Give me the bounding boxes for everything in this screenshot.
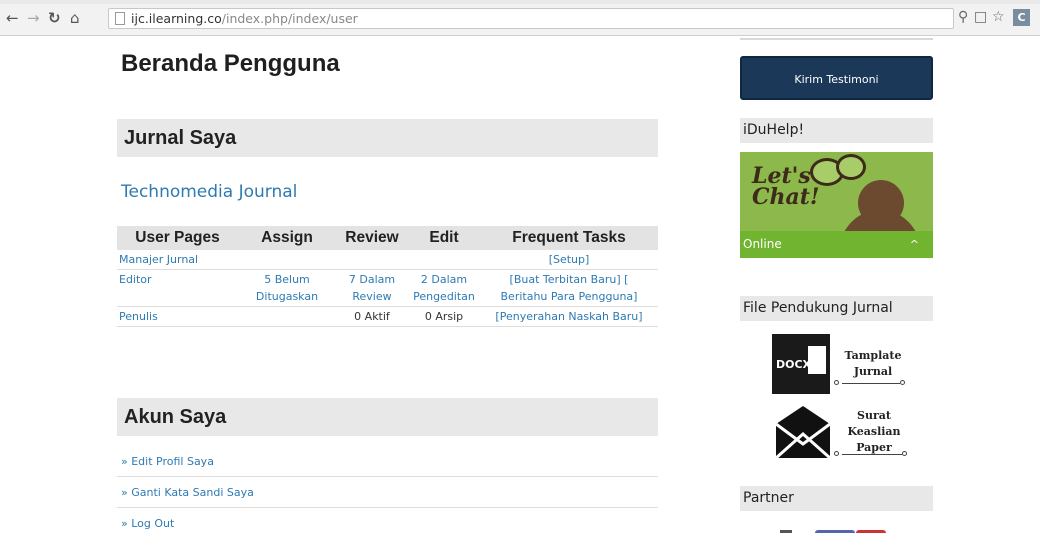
partner-title: Partner (743, 490, 794, 506)
reload-icon[interactable]: ↻ (48, 10, 61, 26)
notify-users-link[interactable]: Beritahu Para Pengguna] (501, 290, 638, 303)
key-icon[interactable]: ⚲ (958, 9, 968, 25)
role-link-manajer[interactable]: Manajer Jurnal (119, 253, 198, 266)
chat-line-2: Chat! (752, 184, 820, 210)
letter-line-3: Paper (856, 441, 892, 454)
chevron-up-icon: ^ (909, 238, 919, 251)
files-heading: File Pendukung Jurnal (740, 296, 933, 321)
table-cell (238, 250, 336, 270)
send-testimonial-button[interactable]: Kirim Testimoni (740, 56, 933, 100)
list-item: » Log Out (117, 508, 658, 533)
table-row: Editor 5 Belum Ditugaskan 7 Dalam Review… (117, 269, 658, 307)
column-header: Review (336, 226, 408, 250)
letter-download[interactable]: Surat Keaslian Paper (772, 404, 912, 464)
section-journals: Jurnal Saya (117, 119, 658, 157)
docx-label: DOCX (776, 358, 812, 371)
partner-heading: Partner (740, 486, 933, 511)
dot-icon (834, 380, 839, 385)
home-icon[interactable]: ⌂ (70, 10, 80, 26)
url-host: ijc.ilearning.co (131, 11, 222, 26)
help-heading: iDuHelp! (740, 118, 933, 143)
underline (842, 454, 902, 455)
logout-link[interactable]: » Log Out (121, 517, 174, 530)
address-bar[interactable]: ijc.ilearning.co/index.php/index/user (108, 8, 954, 29)
section-account: Akun Saya (117, 398, 658, 436)
archive-count: 0 Arsip (408, 306, 480, 327)
journal-link[interactable]: Technomedia Journal (121, 182, 297, 202)
column-header: Assign (238, 226, 336, 250)
unassigned-link[interactable]: 5 Belum Ditugaskan (256, 273, 318, 303)
column-header: Edit (408, 226, 480, 250)
page-icon (115, 12, 125, 25)
table-row: Penulis 0 Aktif 0 Arsip [Penyerahan Nask… (117, 306, 658, 327)
speech-bubble-icon (836, 154, 866, 180)
role-link-editor[interactable]: Editor (119, 273, 152, 286)
dot-icon (902, 451, 907, 456)
table-row: Manajer Jurnal [Setup] (117, 250, 658, 270)
letter-label: Surat Keaslian Paper (842, 408, 906, 456)
table-cell (336, 250, 408, 270)
dot-icon (834, 451, 839, 456)
letter-line-1: Surat (857, 409, 891, 422)
change-password-link[interactable]: » Ganti Kata Sandi Saya (121, 486, 254, 499)
docx-icon: DOCX (772, 334, 830, 394)
chat-banner[interactable]: Let's Chat! (740, 152, 933, 231)
template-line-2: Jurnal (853, 365, 893, 378)
underline (842, 383, 900, 384)
table-cell (408, 250, 480, 270)
online-status-bar[interactable]: Online ^ (740, 231, 933, 258)
divider (740, 38, 933, 40)
tab-strip (0, 0, 1040, 4)
create-issue-link[interactable]: [Buat Terbitan Baru] [ (510, 273, 629, 286)
extension-icon[interactable]: C (1013, 9, 1030, 26)
url-text[interactable]: ijc.ilearning.co/index.php/index/user (131, 11, 358, 26)
new-submission-link[interactable]: [Penyerahan Naskah Baru] (495, 310, 642, 323)
list-item: » Edit Profil Saya (117, 446, 658, 477)
template-label: Tamplate Jurnal (842, 348, 904, 380)
help-title: iDuHelp! (743, 122, 805, 138)
table-cell (238, 306, 336, 327)
page-title: Beranda Pengguna (121, 50, 340, 77)
template-line-1: Tamplate (844, 349, 902, 362)
role-link-penulis[interactable]: Penulis (119, 310, 158, 323)
dot-icon (900, 380, 905, 385)
forward-icon[interactable]: → (27, 10, 40, 26)
account-links: » Edit Profil Saya » Ganti Kata Sandi Sa… (117, 446, 658, 533)
files-title: File Pendukung Jurnal (743, 300, 893, 316)
chat-text: Let's Chat! (752, 165, 820, 210)
person-head-icon (858, 180, 904, 226)
setup-link[interactable]: [Setup] (549, 253, 590, 266)
in-review-link[interactable]: 7 Dalam Review (349, 273, 395, 303)
url-path: /index.php/index/user (221, 11, 358, 26)
edit-profile-link[interactable]: » Edit Profil Saya (121, 455, 214, 468)
browser-toolbar: ← → ↻ ⌂ ijc.ilearning.co/index.php/index… (0, 0, 1040, 36)
in-editing-link[interactable]: 2 Dalam Pengeditan (413, 273, 475, 303)
user-pages-table: User Pages Assign Review Edit Frequent T… (117, 226, 658, 327)
envelope-icon (775, 406, 831, 460)
translate-icon[interactable]: □ (974, 9, 987, 25)
table-header-row: User Pages Assign Review Edit Frequent T… (117, 226, 658, 250)
back-icon[interactable]: ← (6, 10, 19, 26)
section-journals-title: Jurnal Saya (124, 127, 237, 149)
list-item: » Ganti Kata Sandi Saya (117, 477, 658, 508)
column-header: Frequent Tasks (480, 226, 658, 250)
online-label: Online (743, 237, 782, 251)
star-icon[interactable]: ☆ (992, 9, 1005, 25)
section-account-title: Akun Saya (124, 406, 227, 428)
active-count: 0 Aktif (336, 306, 408, 327)
column-header: User Pages (117, 226, 238, 250)
template-download[interactable]: DOCX Tamplate Jurnal (772, 334, 912, 394)
letter-line-2: Keaslian (847, 425, 901, 438)
